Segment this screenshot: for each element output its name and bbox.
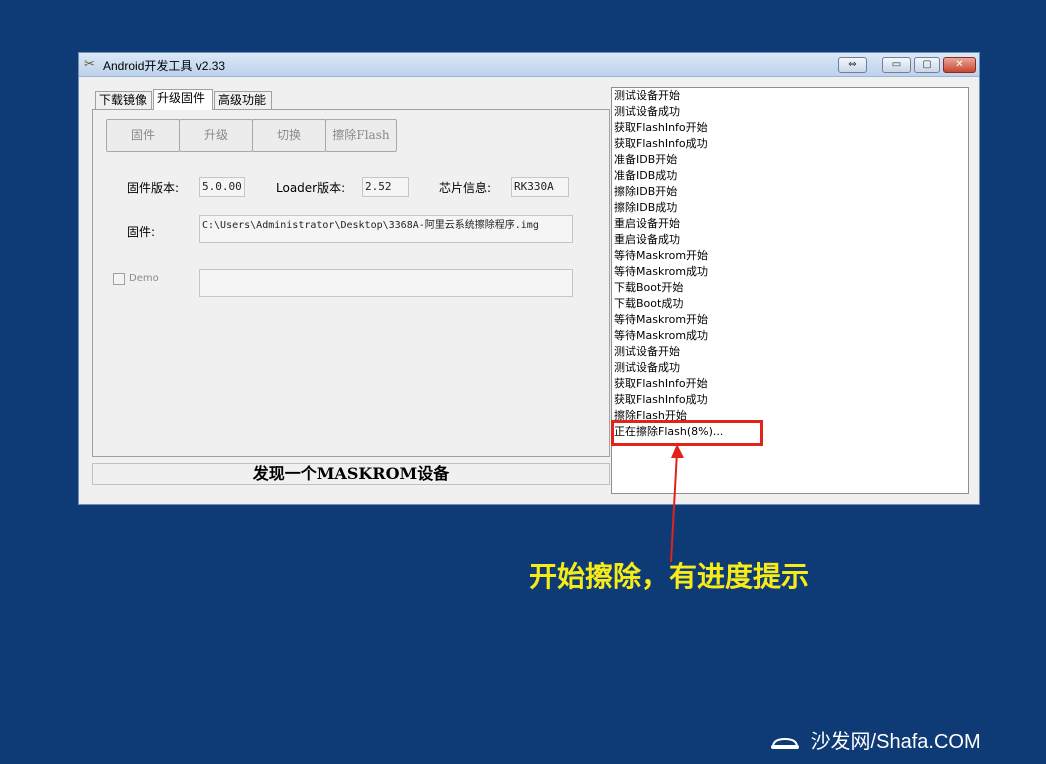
tab-upgrade-firmware[interactable]: 升级固件: [153, 89, 213, 110]
watermark: 沙发网/Shafa.COM: [770, 725, 981, 754]
annotation-text: 开始擦除，有进度提示: [529, 560, 810, 593]
sofa-logo-icon: [771, 737, 799, 749]
watermark-text: 沙发网/Shafa.COM: [810, 731, 981, 753]
desktop: { "window": { "title": "Android开发工具 v2.3…: [0, 0, 1046, 764]
annotation-arrow: [670, 444, 684, 563]
